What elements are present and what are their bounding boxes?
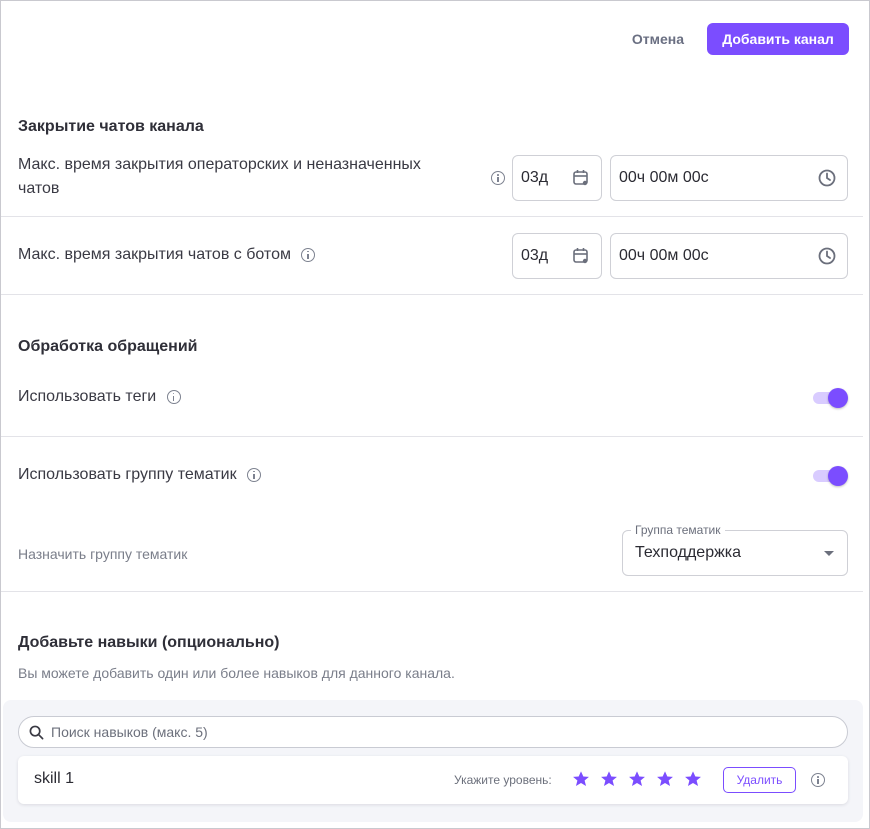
days-value: 03д	[521, 247, 549, 264]
use-topic-group-toggle[interactable]	[813, 466, 849, 486]
bot-close-time-field[interactable]: 00ч 00м 00с	[610, 233, 848, 279]
cancel-button[interactable]: Отмена	[623, 23, 693, 55]
operator-close-time-label: Макс. время закрытия операторских и нена…	[18, 153, 478, 201]
processing-section-title: Обработка обращений	[18, 338, 198, 355]
skill-name: skill 1	[34, 770, 75, 787]
bot-close-time-label: Макс. время закрытия чатов с ботом	[18, 243, 316, 267]
operator-close-days-field[interactable]: 03д	[512, 155, 602, 201]
delete-skill-button[interactable]: Удалить	[723, 767, 796, 793]
caret-down-icon	[824, 551, 834, 556]
info-icon[interactable]	[811, 773, 825, 787]
calendar-icon[interactable]	[571, 246, 591, 266]
divider	[1, 294, 863, 295]
calendar-icon[interactable]	[571, 168, 591, 188]
info-icon[interactable]	[247, 467, 262, 482]
time-value: 00ч 00м 00с	[619, 169, 709, 186]
star-icon[interactable]	[628, 770, 646, 788]
skills-search-box[interactable]	[18, 716, 848, 748]
toggle-thumb	[828, 388, 848, 408]
divider	[1, 216, 863, 217]
closing-section-title: Закрытие чатов канала	[18, 118, 204, 135]
topic-group-value: Техподдержка	[635, 544, 742, 561]
divider	[1, 436, 863, 437]
clock-icon[interactable]	[817, 246, 837, 266]
operator-close-time-field[interactable]: 00ч 00м 00с	[610, 155, 848, 201]
clock-icon[interactable]	[817, 168, 837, 188]
skills-search-input[interactable]	[51, 722, 831, 742]
time-value: 00ч 00м 00с	[619, 247, 709, 264]
use-topic-group-label-text: Использовать группу тематик	[18, 466, 237, 483]
use-topic-group-label: Использовать группу тематик	[18, 463, 262, 487]
days-value: 03д	[521, 169, 549, 186]
star-icon[interactable]	[684, 770, 702, 788]
search-icon	[29, 725, 44, 740]
star-icon[interactable]	[572, 770, 590, 788]
use-tags-toggle[interactable]	[813, 388, 849, 408]
info-icon[interactable]	[301, 247, 316, 262]
operator-close-time-label-line1: Макс. время закрытия операторских и нена…	[18, 156, 421, 173]
skills-subtitle: Вы можете добавить один или более навыко…	[18, 665, 455, 681]
use-tags-label-text: Использовать теги	[18, 388, 157, 405]
channel-settings-form: Отмена Добавить канал Закрытие чатов кан…	[0, 0, 870, 829]
info-icon[interactable]	[491, 171, 505, 185]
use-tags-label: Использовать теги	[18, 385, 181, 409]
skill-row: skill 1 Укажите уровень: Удалить	[18, 756, 848, 804]
star-icon[interactable]	[656, 770, 674, 788]
add-channel-button[interactable]: Добавить канал	[707, 23, 849, 55]
operator-close-time-label-line2: чатов	[18, 180, 60, 197]
skill-level-label: Укажите уровень:	[454, 773, 552, 787]
topic-group-legend: Группа тематик	[631, 523, 725, 537]
assign-topic-group-label: Назначить группу тематик	[18, 546, 188, 562]
skills-section-title: Добавьте навыки (опционально)	[18, 634, 280, 651]
topic-group-select[interactable]: Группа тематик Техподдержка	[622, 523, 848, 576]
toggle-thumb	[828, 466, 848, 486]
info-icon[interactable]	[166, 389, 181, 404]
bot-close-days-field[interactable]: 03д	[512, 233, 602, 279]
bot-close-time-label-text: Макс. время закрытия чатов с ботом	[18, 246, 291, 263]
star-icon[interactable]	[600, 770, 618, 788]
divider	[1, 591, 863, 592]
